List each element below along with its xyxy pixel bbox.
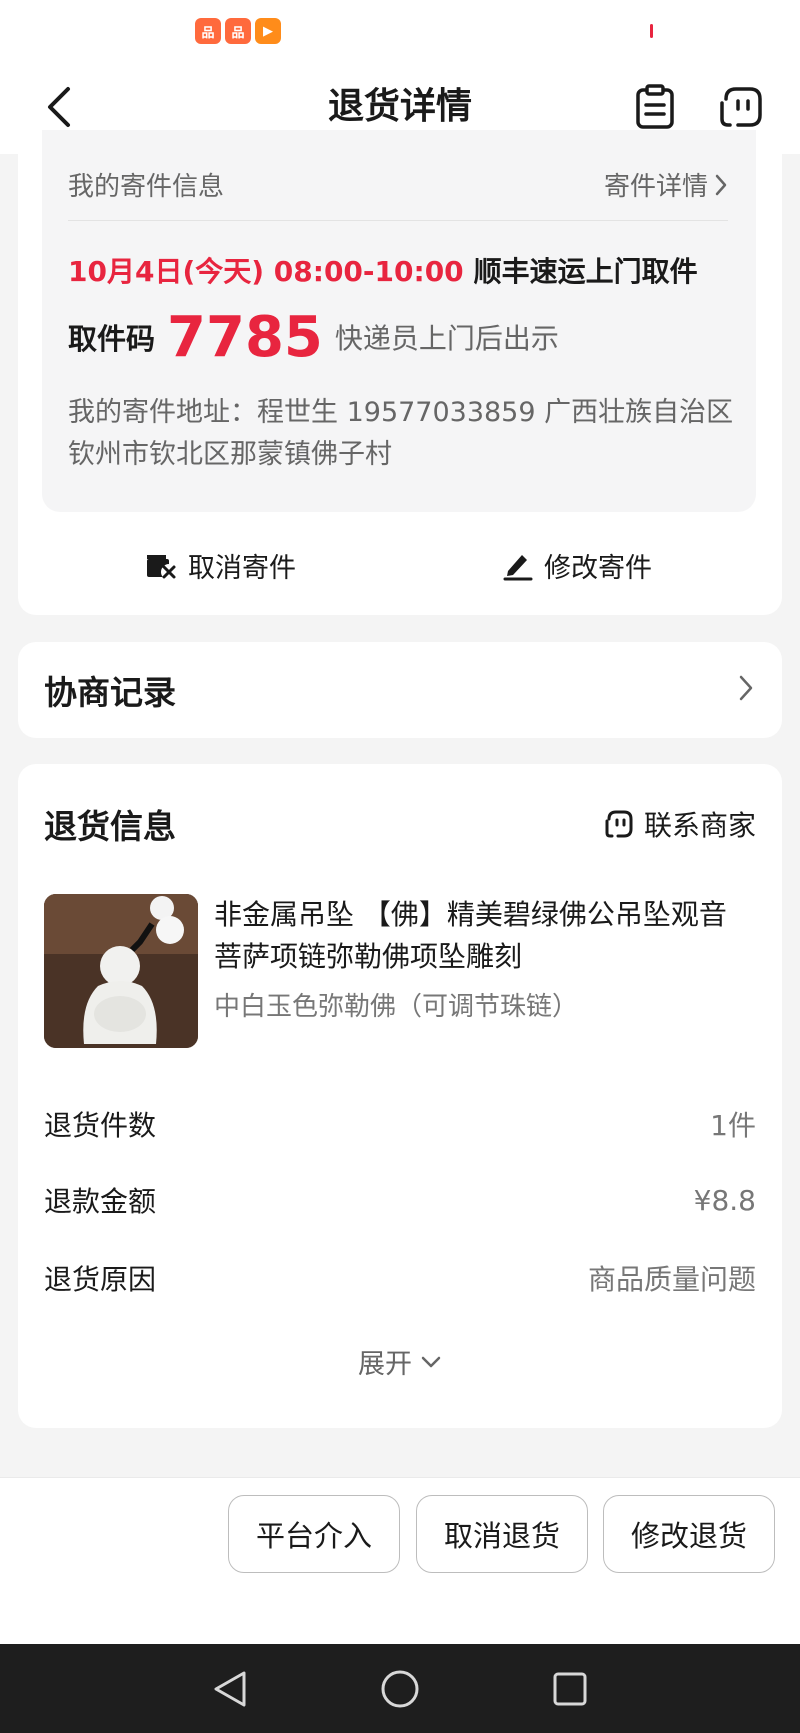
shipping-section-label: 我的寄件信息 xyxy=(68,172,225,202)
pickup-code-tip: 快递员上门后出示 xyxy=(334,322,559,355)
pickup-time: 10月4日(今天) 08:00-10:00 xyxy=(68,255,464,288)
customer-service-icon xyxy=(720,87,762,127)
negotiation-record-row[interactable]: 协商记录 xyxy=(18,642,782,738)
contact-seller-icon xyxy=(605,810,633,838)
cancel-shipment-button[interactable]: 取消寄件 xyxy=(144,530,296,600)
refund-amount-row: 退款金额 ¥8.8 xyxy=(44,1178,756,1222)
cancel-return-button[interactable]: 取消退货 xyxy=(416,1495,588,1573)
return-reason-row: 退货原因 商品质量问题 xyxy=(44,1256,756,1300)
contact-seller-label: 联系商家 xyxy=(643,809,756,842)
shipping-info-panel: 我的寄件信息 寄件详情 10月4日(今天) 08:00-10:00 顺丰速运上门取… xyxy=(42,130,756,512)
row-value: 商品质量问题 xyxy=(587,1263,756,1296)
system-back-button[interactable] xyxy=(205,1664,255,1714)
edit-pen-icon xyxy=(503,555,533,581)
cancel-shipment-icon xyxy=(147,555,177,580)
row-key: 退货件数 xyxy=(44,1109,157,1142)
shipping-address: 我的寄件地址：程世生 19577033859 广西壮族自治区钦州市钦北区那蒙镇佛… xyxy=(68,397,734,470)
system-recents-button[interactable] xyxy=(545,1664,595,1714)
row-key: 退货原因 xyxy=(44,1263,157,1296)
chevron-right-icon xyxy=(738,674,754,706)
status-app-icons: 品 品 ▶ xyxy=(195,18,281,44)
system-navigation-bar xyxy=(0,1644,800,1733)
expand-button[interactable]: 展开 xyxy=(18,1342,782,1381)
row-value: 1件 xyxy=(710,1109,756,1142)
pickup-code-value: 7785 xyxy=(167,304,323,370)
shipping-card: 我的寄件信息 寄件详情 10月4日(今天) 08:00-10:00 顺丰速运上门取… xyxy=(18,130,782,615)
triangle-back-icon xyxy=(214,1671,246,1707)
return-info-title: 退货信息 xyxy=(44,807,176,846)
expand-label: 展开 xyxy=(358,1349,412,1380)
status-indicator xyxy=(650,24,653,38)
row-value: ¥8.8 xyxy=(693,1183,756,1217)
clipboard-icon xyxy=(636,84,674,129)
return-quantity-row: 退货件数 1件 xyxy=(44,1102,756,1146)
status-bar: 品 品 ▶ xyxy=(0,0,800,62)
return-info-card: 退货信息 联系商家 非金属吊坠 【佛】精美碧绿佛公吊坠观音菩萨项链弥勒佛项坠雕刻… xyxy=(18,764,782,1428)
modify-return-button[interactable]: 修改退货 xyxy=(603,1495,775,1573)
app-icon-1: 品 xyxy=(195,18,221,44)
buddha-pendant-image xyxy=(44,894,198,1048)
square-recents-icon xyxy=(553,1672,587,1706)
modify-shipment-label: 修改寄件 xyxy=(544,552,652,584)
pickup-code-label: 取件码 xyxy=(68,322,156,356)
modify-shipment-button[interactable]: 修改寄件 xyxy=(502,530,652,600)
customer-service-button[interactable] xyxy=(714,82,768,132)
product-name[interactable]: 非金属吊坠 【佛】精美碧绿佛公吊坠观音菩萨项链弥勒佛项坠雕刻 xyxy=(214,894,754,978)
chevron-down-icon xyxy=(421,1356,441,1367)
bottom-action-bar: 平台介入 取消退货 修改退货 xyxy=(0,1477,800,1644)
page-title: 退货详情 xyxy=(327,86,472,127)
pickup-code-row: 取件码 7785 快递员上门后出示 xyxy=(68,302,559,372)
shipping-detail-link[interactable]: 寄件详情 xyxy=(604,166,728,203)
cancel-shipment-label: 取消寄件 xyxy=(188,552,296,584)
circle-home-icon xyxy=(381,1670,419,1708)
chevron-right-icon xyxy=(715,174,727,195)
contact-seller-button[interactable]: 联系商家 xyxy=(604,804,756,844)
product-image[interactable] xyxy=(44,894,198,1048)
divider xyxy=(68,220,728,221)
video-app-icon: ▶ xyxy=(255,18,281,44)
shipping-actions: 取消寄件 修改寄件 xyxy=(18,530,782,600)
product-spec: 中白玉色弥勒佛（可调节珠链） xyxy=(214,992,579,1022)
shipping-detail-label: 寄件详情 xyxy=(603,172,708,202)
pickup-method: 顺丰速运上门取件 xyxy=(473,255,698,288)
system-home-button[interactable] xyxy=(375,1664,425,1714)
platform-intervention-button[interactable]: 平台介入 xyxy=(228,1495,400,1573)
row-key: 退款金额 xyxy=(44,1185,157,1218)
clipboard-button[interactable] xyxy=(630,82,680,132)
app-icon-2: 品 xyxy=(225,18,251,44)
pickup-time-row: 10月4日(今天) 08:00-10:00 顺丰速运上门取件 xyxy=(68,250,698,290)
negotiation-title: 协商记录 xyxy=(44,673,176,712)
